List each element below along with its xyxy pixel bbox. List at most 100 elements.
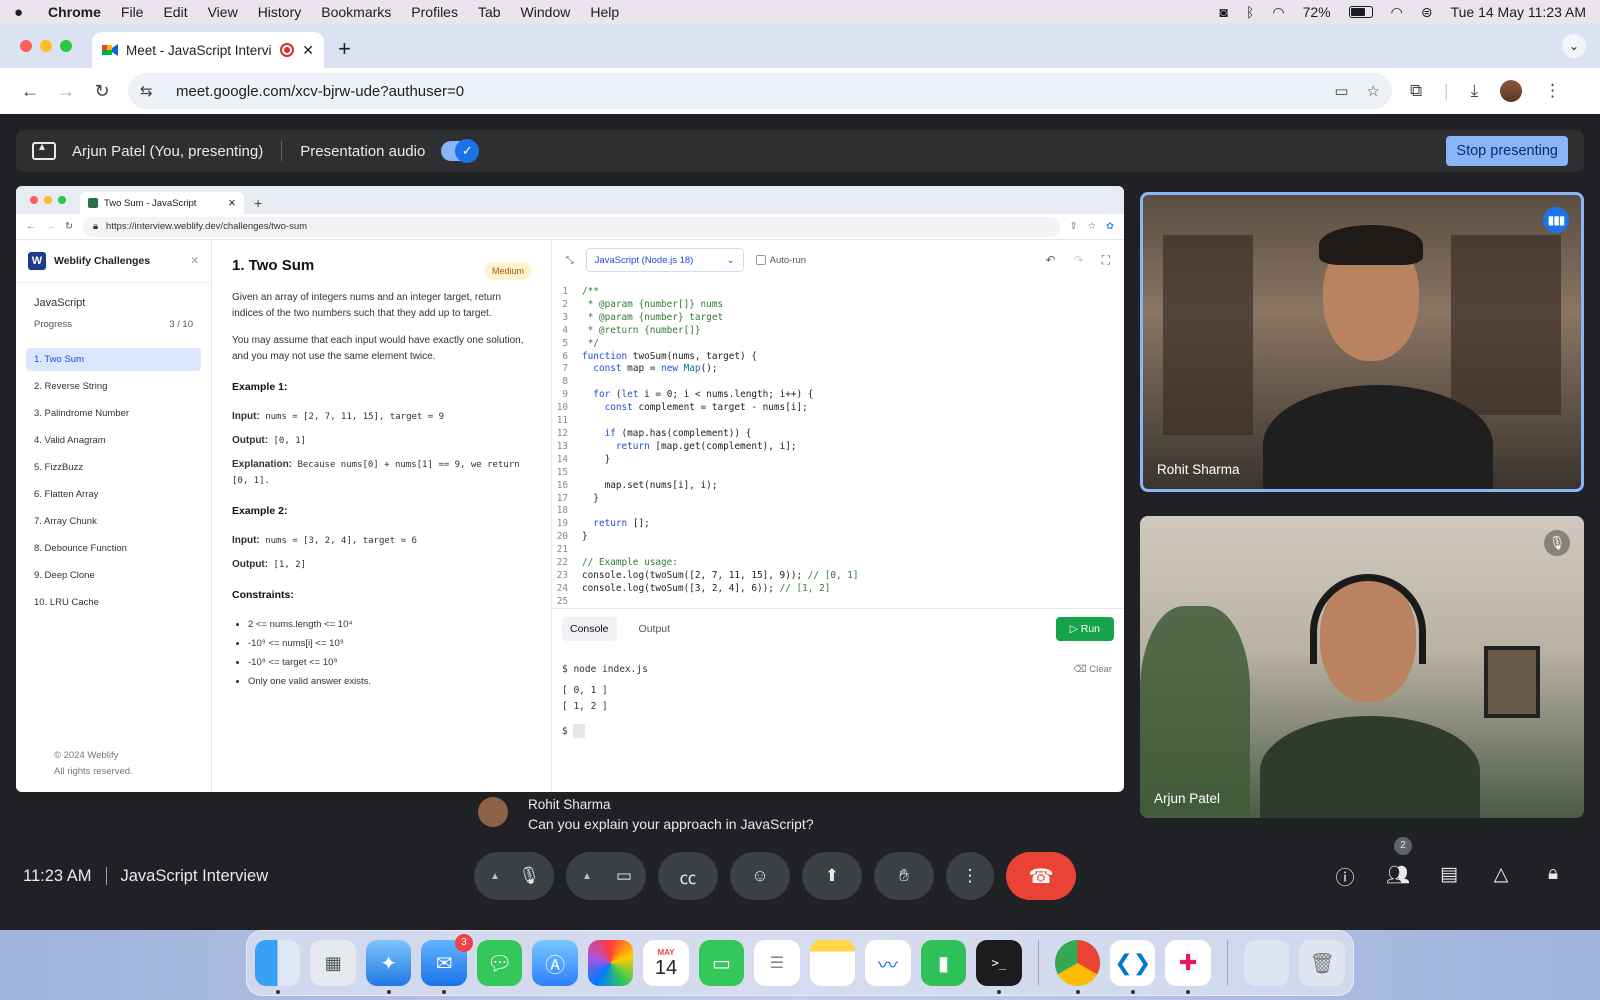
- control-center-icon[interactable]: ⊜: [1421, 4, 1433, 21]
- center-controls: ▲ 🎙︎ ▲ ▭ ㏄ ☺ ⬆ ✋︎ ⋮ ☎︎: [474, 852, 1076, 900]
- challenge-item: 1. Two Sum: [26, 348, 201, 371]
- chevron-down-icon: ⌄: [726, 254, 735, 266]
- shared-zoom-dot: [58, 196, 66, 204]
- slack-icon[interactable]: ✚: [1165, 940, 1211, 994]
- clear-console-button: ⌫ Clear: [1073, 664, 1112, 675]
- reload-button[interactable]: ↻: [84, 81, 120, 102]
- line-number: 12: [556, 427, 568, 439]
- screen-record-icon[interactable]: ◙: [1220, 4, 1228, 20]
- battery-icon[interactable]: [1348, 6, 1373, 18]
- notes-icon[interactable]: [809, 940, 856, 986]
- bluetooth-icon[interactable]: ᛒ: [1246, 4, 1254, 20]
- site-settings-icon[interactable]: ⇆: [140, 82, 162, 100]
- menu-help[interactable]: Help: [590, 4, 619, 20]
- presentation-audio-toggle[interactable]: [441, 139, 480, 163]
- activities-icon[interactable]: △: [1490, 863, 1512, 890]
- captions-button[interactable]: ㏄: [658, 852, 718, 900]
- menu-edit[interactable]: Edit: [163, 4, 187, 20]
- menu-history[interactable]: History: [258, 4, 302, 20]
- reactions-button[interactable]: ☺: [730, 852, 790, 900]
- bookmark-star-icon[interactable]: ☆: [1367, 82, 1380, 100]
- wifi-icon[interactable]: ◠: [1272, 4, 1284, 21]
- back-button[interactable]: ←: [12, 81, 48, 102]
- new-tab-button[interactable]: +: [324, 36, 365, 68]
- camera-icon[interactable]: ▭: [616, 866, 632, 886]
- people-icon[interactable]: 👥︎ 2: [1386, 836, 1412, 890]
- line-number: 15: [556, 466, 568, 478]
- tab-search-chevron-icon[interactable]: ⌄: [1562, 34, 1586, 58]
- messages-icon[interactable]: 💬︎: [476, 940, 523, 986]
- audio-options-chevron-icon[interactable]: ▲: [490, 871, 500, 882]
- numbers-icon[interactable]: ▮: [920, 940, 967, 986]
- close-tab-icon[interactable]: ✕: [302, 42, 314, 59]
- host-controls-icon[interactable]: 🔒︎: [1542, 863, 1564, 890]
- background-shelf: [1163, 235, 1253, 435]
- raise-hand-button[interactable]: ✋︎: [874, 852, 934, 900]
- launchpad-icon[interactable]: ▦: [310, 940, 356, 986]
- console-prompt: $: [562, 724, 1114, 741]
- google-meet-icon: [102, 43, 118, 57]
- extensions-icon[interactable]: ⧉: [1410, 81, 1422, 101]
- run-button: ▷ Run: [1055, 616, 1114, 641]
- code-line: 7 const map = new Map();: [552, 363, 1124, 376]
- camera-control[interactable]: ▲ ▭: [566, 852, 646, 900]
- tab-meet[interactable]: Meet - JavaScript Interview ✕: [92, 32, 324, 68]
- chrome-menu-icon[interactable]: ⋮: [1544, 81, 1561, 101]
- microphone-control[interactable]: ▲ 🎙︎: [474, 852, 554, 900]
- present-button[interactable]: ⬆: [802, 852, 862, 900]
- wifi-status-icon[interactable]: ◠: [1391, 4, 1403, 21]
- menu-file[interactable]: File: [121, 4, 144, 20]
- meeting-details-icon[interactable]: ⓘ: [1334, 863, 1356, 890]
- menu-tab[interactable]: Tab: [478, 4, 501, 20]
- chat-icon[interactable]: ▤: [1438, 863, 1460, 890]
- video-options-chevron-icon[interactable]: ▲: [582, 871, 592, 882]
- apple-menu-icon[interactable]: ●: [14, 4, 30, 21]
- more-options-button[interactable]: ⋮: [946, 852, 994, 900]
- vscode-icon[interactable]: ❮❯: [1110, 940, 1156, 994]
- minimize-window-button[interactable]: [40, 40, 52, 52]
- forward-button[interactable]: →: [48, 81, 84, 102]
- profile-avatar[interactable]: [1500, 80, 1523, 102]
- microphone-icon[interactable]: 🎙︎: [518, 866, 540, 886]
- finder-icon[interactable]: [255, 940, 301, 994]
- reminders-icon[interactable]: ☰: [754, 940, 800, 986]
- downloads-icon[interactable]: ⤓: [1471, 81, 1479, 101]
- freeform-icon[interactable]: 〰: [865, 940, 911, 986]
- app-store-icon[interactable]: Ⓐ: [532, 940, 578, 986]
- chrome-icon[interactable]: [1054, 940, 1101, 994]
- safari-icon[interactable]: ✦: [365, 940, 412, 994]
- facetime-icon[interactable]: ▭: [698, 940, 745, 986]
- zoom-window-button[interactable]: [60, 40, 72, 52]
- participant-tile-rohit[interactable]: ▮▮▮ Rohit Sharma: [1140, 192, 1584, 492]
- terminal-icon[interactable]: >_: [976, 940, 1022, 994]
- url-text[interactable]: meet.google.com/xcv-bjrw-ude?authuser=0: [176, 83, 1334, 100]
- omnibox[interactable]: ⇆ meet.google.com/xcv-bjrw-ude?authuser=…: [128, 73, 1392, 109]
- constraint-item: Only one valid answer exists.: [248, 674, 531, 690]
- camera-in-use-icon[interactable]: ▭: [1334, 82, 1348, 100]
- calendar-icon[interactable]: MAY 14: [643, 940, 689, 986]
- participant-name: Rohit Sharma: [1157, 462, 1240, 477]
- menu-bookmarks[interactable]: Bookmarks: [321, 4, 391, 20]
- participant-tile-arjun[interactable]: 🎙︎ Arjun Patel: [1140, 516, 1584, 818]
- captions-icon: ㏄: [679, 868, 697, 888]
- battery-percent: 72%: [1302, 4, 1331, 20]
- downloads-stack-icon[interactable]: [1243, 940, 1290, 986]
- menubar-datetime[interactable]: Tue 14 May 11:23 AM: [1451, 4, 1586, 20]
- trash-icon[interactable]: 🗑︎: [1299, 940, 1345, 986]
- close-window-button[interactable]: [20, 40, 32, 52]
- menu-window[interactable]: Window: [521, 4, 571, 20]
- menu-profiles[interactable]: Profiles: [411, 4, 458, 20]
- leave-call-button[interactable]: ☎︎: [1006, 852, 1076, 900]
- menu-app-name[interactable]: Chrome: [48, 4, 101, 20]
- stop-presenting-button[interactable]: Stop presenting: [1446, 136, 1568, 166]
- menu-view[interactable]: View: [208, 4, 238, 20]
- dock-divider: [1037, 940, 1039, 986]
- headphones: [1310, 574, 1426, 664]
- photos-icon[interactable]: [587, 940, 634, 986]
- console-output: ⌫ Clear $ node index.js [ 0, 1 ] [ 1, 2 …: [552, 650, 1124, 792]
- line-number: 7: [562, 363, 568, 375]
- right-controls: ⓘ 👥︎ 2 ▤ △ 🔒︎: [1334, 836, 1564, 890]
- constraint-item: -10⁹ <= target <= 10⁹: [248, 655, 531, 671]
- mail-badge: 3: [454, 934, 473, 952]
- mail-icon[interactable]: ✉ 3: [421, 934, 473, 994]
